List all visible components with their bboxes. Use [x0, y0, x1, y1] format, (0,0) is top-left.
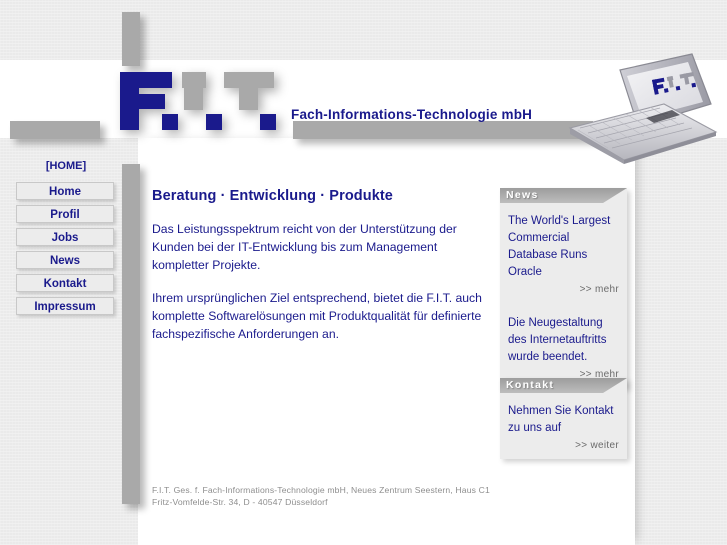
- sidebar-item-jobs[interactable]: Jobs: [16, 228, 114, 246]
- news-item: Die Neugestaltung des Internetauftritts …: [508, 315, 619, 380]
- company-tagline: Fach-Informations-Technologie mbH: [291, 107, 533, 122]
- footer: F.I.T. Ges. f. Fach-Informations-Technol…: [152, 484, 552, 508]
- news-panel-header: News: [500, 188, 627, 203]
- footer-line-2: Fritz-Vomfelde-Str. 34, D - 40547 Düssel…: [152, 497, 328, 507]
- kontakt-item: Nehmen Sie Kontakt zu uns auf >> weiter: [508, 403, 619, 451]
- kontakt-panel: Kontakt Nehmen Sie Kontakt zu uns auf >>…: [500, 378, 627, 459]
- news-item-text: The World's Largest Commercial Database …: [508, 215, 611, 278]
- footer-line-1: F.I.T. Ges. f. Fach-Informations-Technol…: [152, 485, 490, 495]
- main-content: Beratung · Entwicklung · Produkte Das Le…: [152, 188, 487, 358]
- kontakt-panel-title: Kontakt: [506, 379, 555, 391]
- kontakt-panel-body: Nehmen Sie Kontakt zu uns auf >> weiter: [500, 393, 627, 459]
- news-item-more-link[interactable]: >> mehr: [508, 284, 619, 295]
- computer-illustration: [568, 52, 718, 164]
- intro-paragraph-2: Ihrem ursprünglichen Ziel entsprechend, …: [152, 291, 482, 341]
- news-panel-title: News: [506, 189, 539, 201]
- header-left-white-box: [10, 60, 118, 122]
- sidebar-item-news[interactable]: News: [16, 251, 114, 269]
- news-item-text: Die Neugestaltung des Internetauftritts …: [508, 317, 607, 363]
- decor-block-vertical-body: [122, 164, 140, 504]
- sidebar-item-kontakt[interactable]: Kontakt: [16, 274, 114, 292]
- intro-paragraph-1: Das Leistungsspektrum reicht von der Unt…: [152, 222, 457, 272]
- sidebar-item-impressum[interactable]: Impressum: [16, 297, 114, 315]
- kontakt-more-link[interactable]: >> weiter: [508, 440, 619, 451]
- sidebar-item-home[interactable]: Home: [16, 182, 114, 200]
- decor-block-left-bar: [10, 121, 100, 139]
- decor-block-right-bar: [293, 121, 593, 139]
- sidebar-nav: [HOME] Home Profil Jobs News Kontakt Imp…: [16, 160, 116, 320]
- decor-block-vertical-top: [122, 12, 140, 66]
- page-title: Beratung · Entwicklung · Produkte: [152, 188, 393, 204]
- sidebar-item-profil[interactable]: Profil: [16, 205, 114, 223]
- news-panel-body: The World's Largest Commercial Database …: [500, 203, 627, 388]
- home-breadcrumb-link[interactable]: [HOME]: [16, 160, 116, 182]
- kontakt-panel-header: Kontakt: [500, 378, 627, 393]
- news-item: The World's Largest Commercial Database …: [508, 213, 619, 295]
- news-items-spacer: [508, 299, 619, 315]
- news-panel: News The World's Largest Commercial Data…: [500, 188, 627, 388]
- kontakt-item-text: Nehmen Sie Kontakt zu uns auf: [508, 405, 614, 434]
- fit-logo: [120, 72, 292, 140]
- page-root: Fach-Informations-Technologie mbH [HOME]…: [0, 0, 727, 545]
